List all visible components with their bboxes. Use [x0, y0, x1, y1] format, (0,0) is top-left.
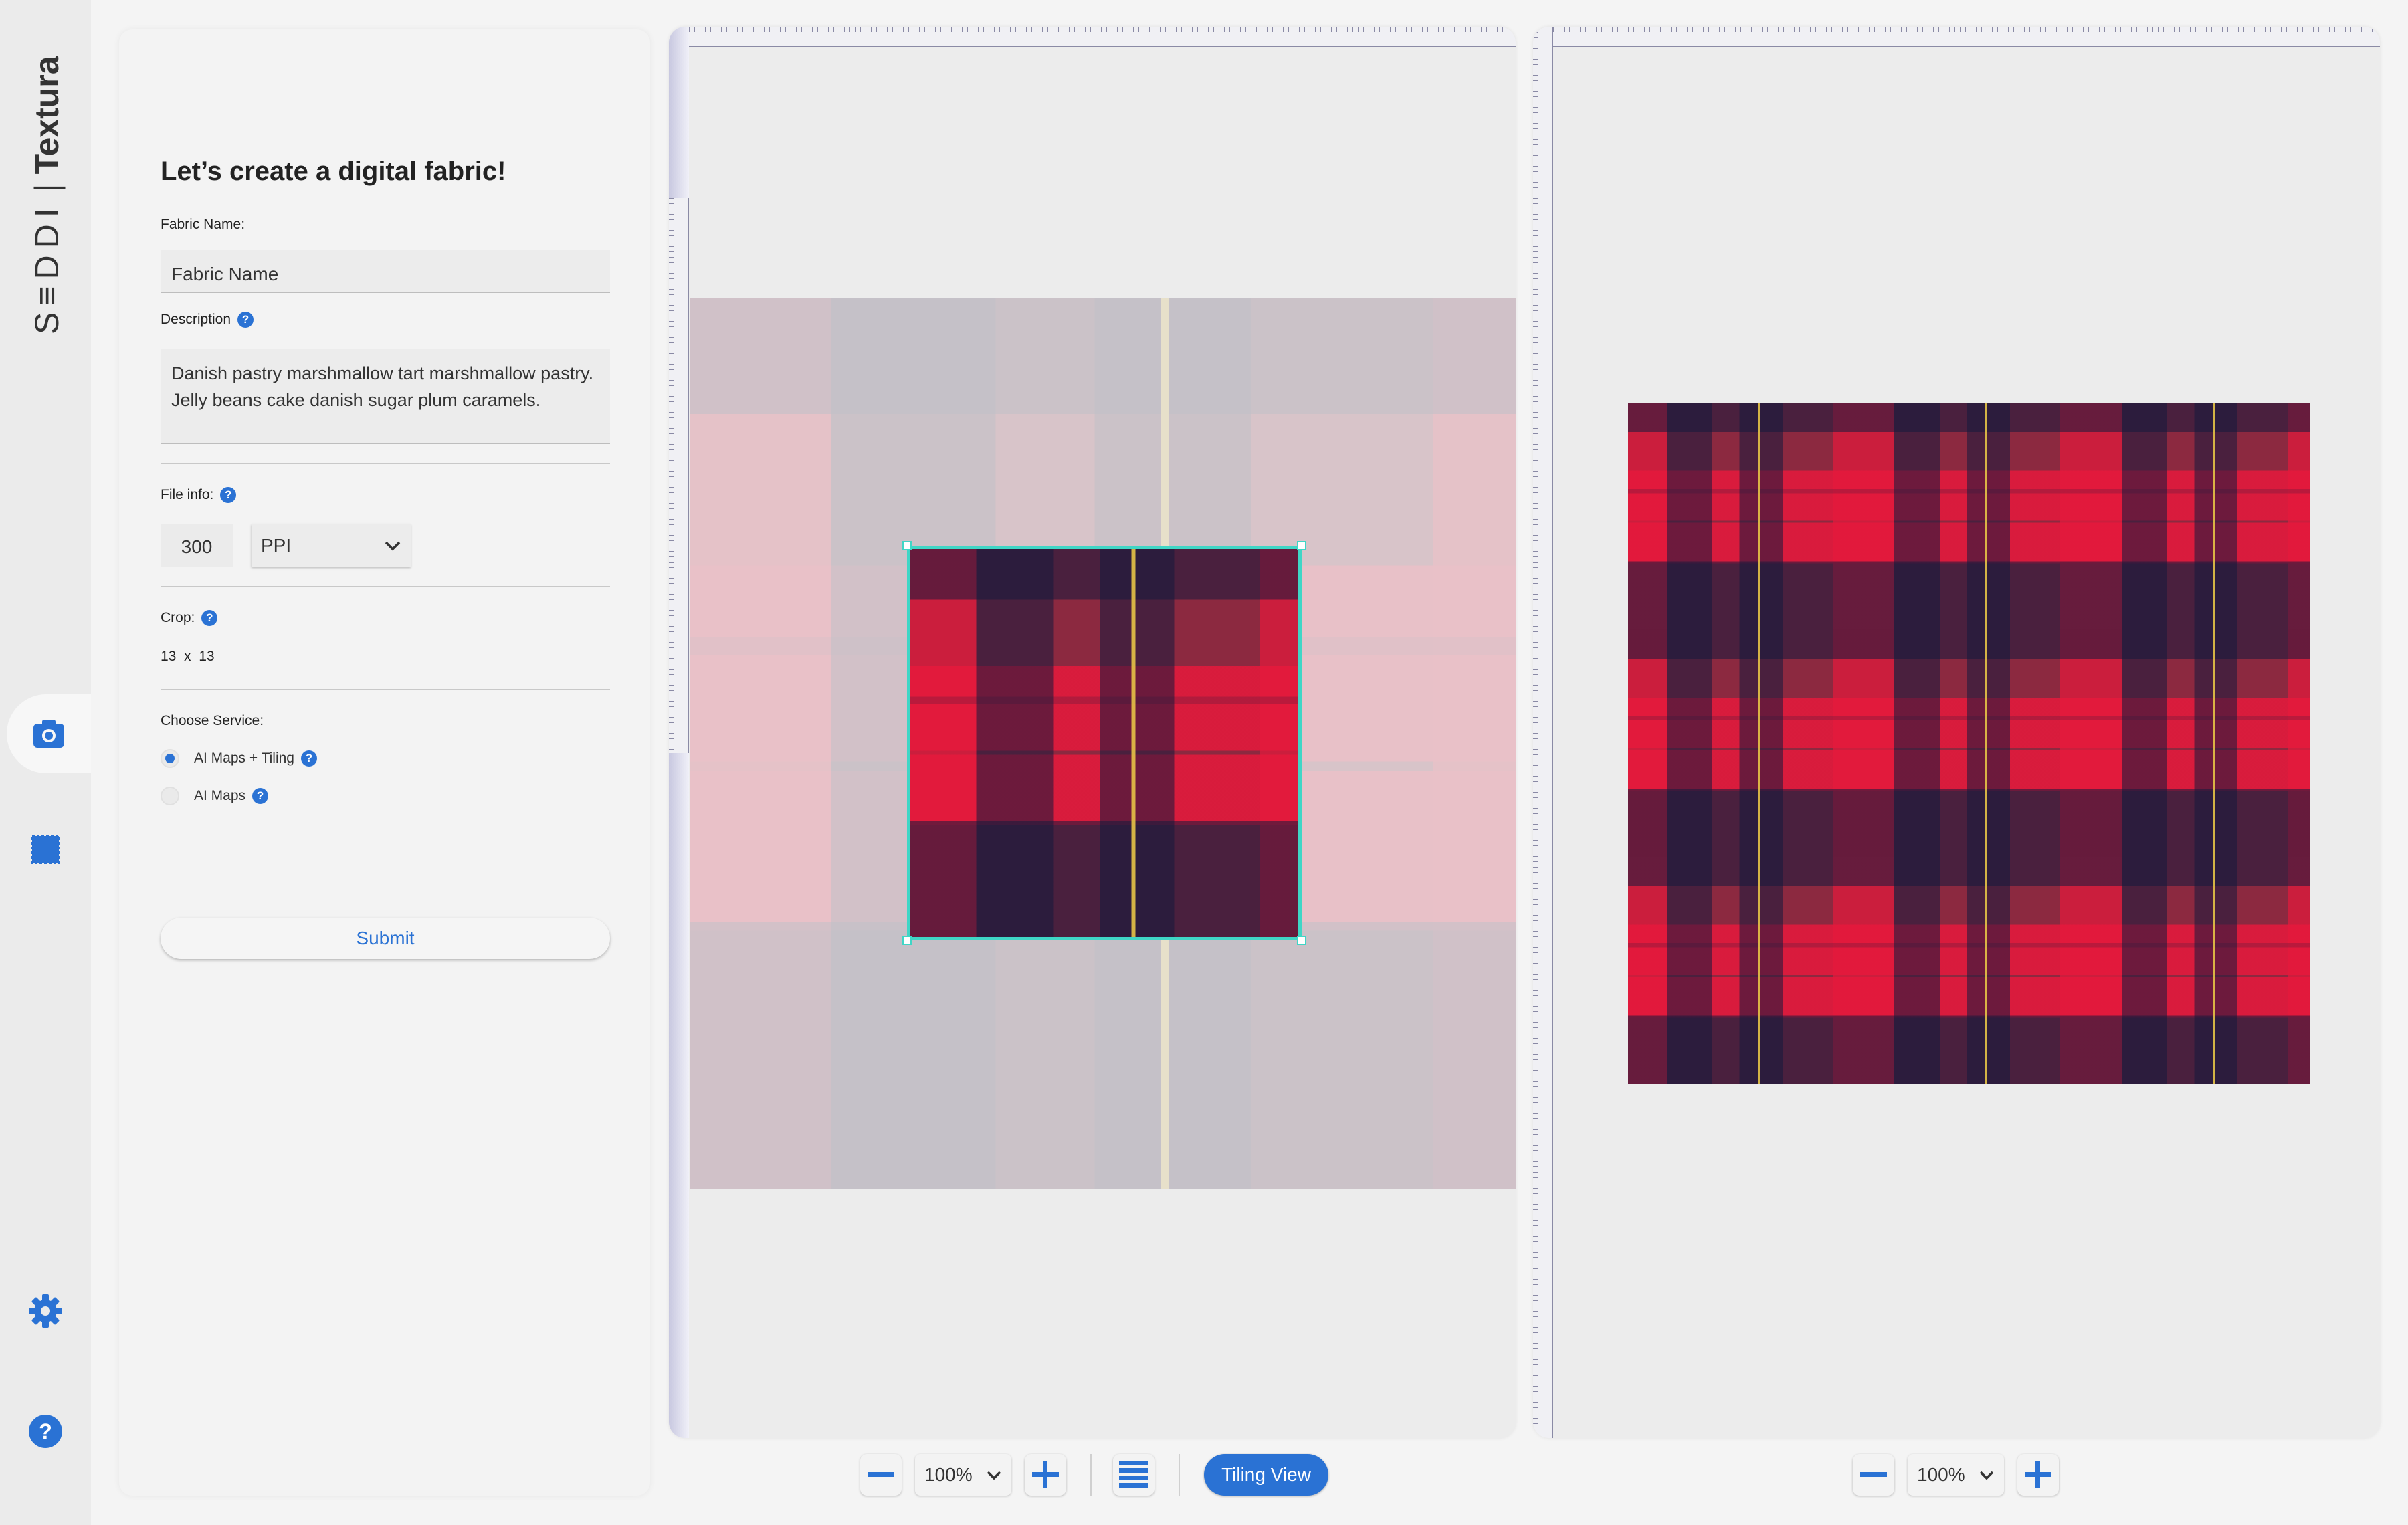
resolution-input[interactable]: 300 — [161, 524, 233, 567]
divider — [161, 586, 610, 587]
svg-text:?: ? — [39, 1419, 52, 1443]
layers-button[interactable] — [1113, 1454, 1155, 1496]
crop-handle[interactable] — [902, 541, 912, 550]
fabric-name-input[interactable]: Fabric Name — [161, 250, 610, 293]
description-label-text: Description — [161, 312, 231, 327]
service-label-text: Choose Service: — [161, 713, 264, 728]
camera-icon — [33, 720, 64, 748]
crop-handle[interactable] — [1297, 541, 1306, 550]
service-label: Choose Service: — [161, 713, 264, 729]
fabric-name-placeholder: Fabric Name — [171, 264, 279, 284]
tiled-fabric-preview — [1628, 403, 2310, 1084]
crop-handle[interactable] — [902, 936, 912, 945]
nav-settings-button[interactable] — [11, 1276, 80, 1346]
gear-icon — [29, 1294, 62, 1328]
service-option-ai-maps-tiling[interactable]: AI Maps + Tiling ? — [161, 749, 317, 768]
service-option-ai-maps[interactable]: AI Maps ? — [161, 787, 269, 805]
divider — [161, 689, 610, 690]
fabric-tile — [1628, 629, 1855, 857]
service-option-label: AI Maps — [194, 788, 246, 803]
tiling-view-button[interactable]: Tiling View — [1204, 1454, 1328, 1496]
fabric-tile — [1855, 856, 2083, 1084]
app-logo: S≡DDI | Textura — [28, 56, 66, 334]
zoom-select[interactable]: 100% — [915, 1454, 1011, 1496]
vertical-ruler — [1533, 27, 1553, 1438]
zoom-out-button[interactable] — [1853, 1454, 1894, 1496]
toolbar-separator — [1179, 1454, 1180, 1496]
fabric-swatch-icon — [31, 835, 60, 864]
chevron-down-icon — [987, 1471, 1001, 1480]
chevron-down-icon — [385, 541, 401, 551]
nav-fabrics-button[interactable] — [11, 815, 80, 884]
nav-help-button[interactable]: ? — [11, 1397, 80, 1466]
help-icon[interactable]: ? — [201, 610, 218, 626]
zoom-out-button[interactable] — [860, 1454, 902, 1496]
minus-icon — [868, 1472, 894, 1477]
minus-icon — [1860, 1472, 1887, 1477]
fabric-tile — [1855, 403, 2083, 630]
divider — [161, 463, 610, 464]
tiling-preview-panel — [1533, 27, 2380, 1438]
zoom-value: 100% — [1917, 1464, 1965, 1485]
brand-mark: S≡DDI — [28, 201, 66, 334]
file-info-label: File info:? — [161, 487, 237, 503]
description-textarea[interactable]: Danish pastry marshmallow tart marshmall… — [161, 349, 610, 444]
radio-selected[interactable] — [161, 749, 179, 768]
horizontal-ruler — [689, 27, 1516, 47]
fabric-form-panel: Let’s create a digital fabric! Fabric Na… — [119, 29, 650, 1496]
help-icon: ? — [29, 1415, 62, 1448]
resolution-value: 300 — [181, 536, 213, 557]
layers-icon — [1119, 1461, 1148, 1488]
help-icon[interactable]: ? — [237, 312, 254, 328]
zoom-in-button[interactable] — [2017, 1454, 2059, 1496]
crop-label: Crop:? — [161, 610, 218, 626]
fabric-tile — [2083, 856, 2310, 1084]
description-label: Description? — [161, 312, 254, 328]
fabric-name-label: Fabric Name: — [161, 217, 245, 233]
zoom-value: 100% — [924, 1464, 973, 1485]
horizontal-ruler — [1553, 27, 2380, 47]
crop-editor-panel — [669, 27, 1516, 1438]
nav-scan-button[interactable] — [7, 694, 91, 773]
fabric-name-label-text: Fabric Name: — [161, 217, 245, 232]
fabric-tile — [1628, 856, 1855, 1084]
brand-name: Textura — [28, 56, 66, 175]
fabric-tile — [2083, 629, 2310, 857]
editor-toolbar: 100% Tiling View — [860, 1454, 1328, 1496]
plus-icon — [2025, 1461, 2051, 1488]
vertical-ruler-scale — [669, 198, 689, 753]
fabric-tile — [1855, 629, 2083, 857]
fabric-tile — [1628, 403, 1855, 630]
file-info-label-text: File info: — [161, 487, 214, 502]
plus-icon — [1032, 1461, 1059, 1488]
description-value: Danish pastry marshmallow tart marshmall… — [171, 363, 594, 410]
chevron-down-icon — [1979, 1471, 1994, 1480]
nav-rail: S≡DDI | Textura ? — [0, 0, 91, 1525]
help-icon[interactable]: ? — [252, 788, 269, 804]
service-option-label: AI Maps + Tiling — [194, 750, 294, 766]
submit-button[interactable]: Submit — [161, 918, 610, 959]
radio-unselected[interactable] — [161, 787, 179, 805]
crop-handle[interactable] — [1297, 936, 1306, 945]
crop-value: 13 x 13 — [161, 649, 215, 664]
form-title: Let’s create a digital fabric! — [161, 157, 506, 186]
fabric-tile — [2083, 403, 2310, 630]
toolbar-separator — [1090, 1454, 1092, 1496]
resolution-unit-select[interactable]: PPI — [252, 524, 411, 567]
resolution-unit-value: PPI — [261, 535, 292, 556]
zoom-in-button[interactable] — [1025, 1454, 1066, 1496]
preview-toolbar: 100% — [1853, 1454, 2059, 1496]
help-icon[interactable]: ? — [300, 750, 317, 767]
crop-selection[interactable] — [907, 546, 1302, 940]
zoom-select[interactable]: 100% — [1908, 1454, 2004, 1496]
help-icon[interactable]: ? — [220, 487, 237, 503]
crop-label-text: Crop: — [161, 610, 195, 625]
